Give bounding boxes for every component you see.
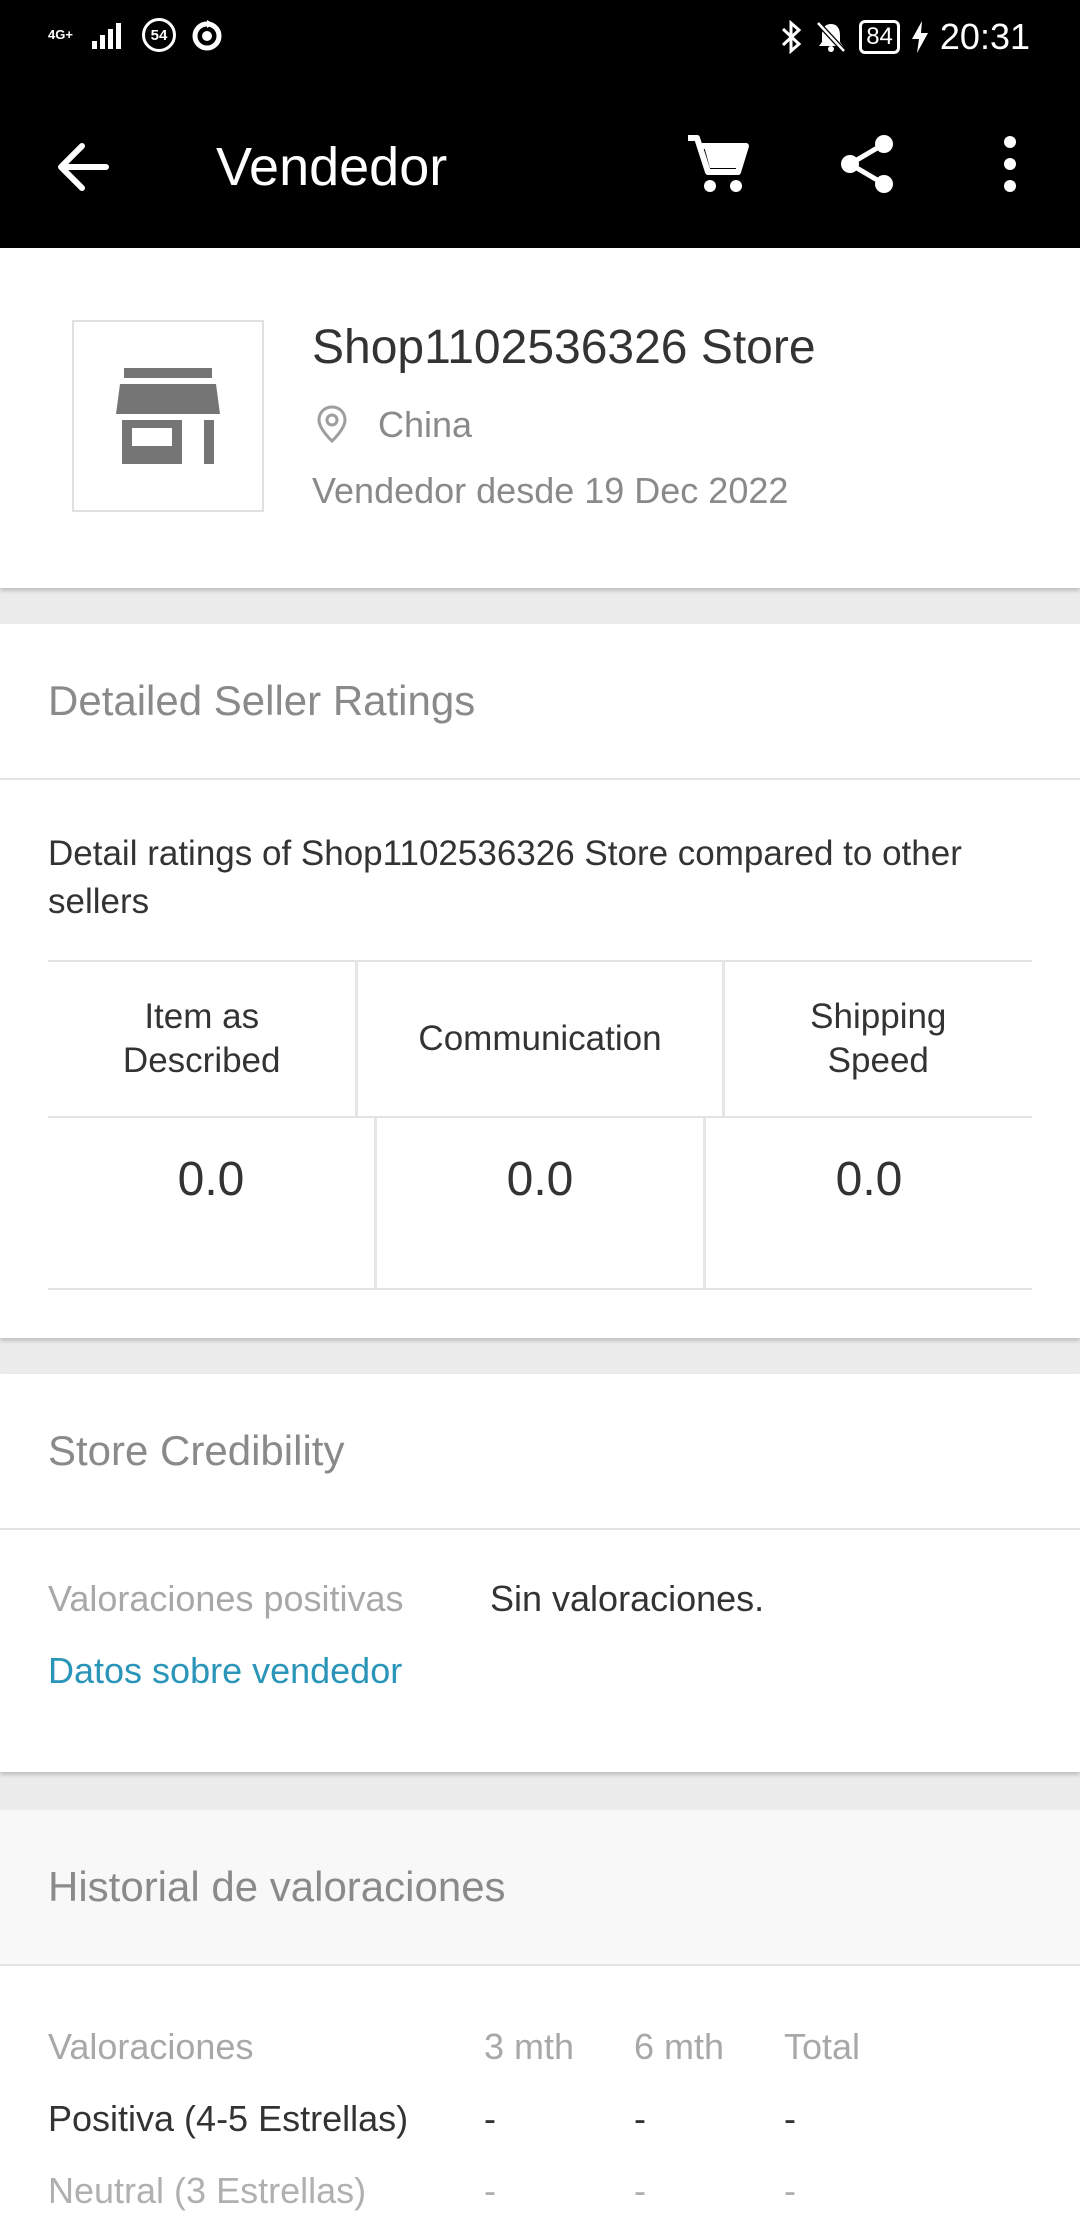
store-credibility-card: Store Credibility Valoraciones positivas…	[0, 1374, 1080, 1772]
history-row-label: Positiva (4-5 Estrellas)	[48, 2098, 409, 2139]
signal-icon	[92, 23, 121, 49]
share-button[interactable]	[836, 132, 900, 196]
ratings-table: Item as Described Communication Shipping…	[48, 960, 1032, 1290]
seller-since: Vendedor desde 19 Dec 2022	[312, 470, 789, 511]
page-title: Vendedor	[216, 137, 448, 197]
sync-icon	[192, 20, 222, 51]
rating-value-communication: 0.0	[377, 1118, 706, 1288]
table-row: Positiva (4-5 Estrellas) - - -	[0, 2098, 1080, 2158]
history-row-6mth: -	[634, 2098, 646, 2139]
detailed-ratings-card: Detailed Seller Ratings Detail ratings o…	[0, 624, 1080, 1338]
back-arrow-icon	[58, 143, 109, 191]
history-row-label: Neutral (3 Estrellas)	[48, 2170, 367, 2211]
ratings-description: Detail ratings of Shop1102536326 Store c…	[48, 834, 962, 921]
history-row-total: -	[784, 2098, 796, 2139]
history-header: Historial de valoraciones	[0, 1810, 1080, 1966]
seller-info-card: Shop1102536326 Store China Vendedor desd…	[0, 248, 1080, 588]
cart-button[interactable]	[686, 132, 750, 196]
rating-col-communication: Communication	[358, 962, 725, 1116]
status-left: 4G+ 54	[48, 18, 224, 52]
more-vert-icon	[1004, 136, 1016, 192]
notification-count-badge: 54	[142, 18, 176, 52]
rating-value-item-described: 0.0	[48, 1118, 377, 1288]
history-table-header: Valoraciones 3 mth 6 mth Total	[0, 2026, 1080, 2086]
positive-ratings-value: Sin valoraciones.	[490, 1578, 765, 1619]
history-row-total: -	[784, 2170, 796, 2211]
bluetooth-icon	[782, 20, 802, 54]
ratings-table-values: 0.0 0.0 0.0	[48, 1118, 1032, 1288]
rating-col-item-described: Item as Described	[48, 962, 359, 1116]
history-col-ratings: Valoraciones	[48, 2026, 254, 2067]
credibility-header: Store Credibility	[0, 1374, 1080, 1530]
positive-ratings-label: Valoraciones positivas	[48, 1578, 404, 1619]
history-row-6mth: -	[634, 2170, 646, 2211]
location-pin-icon	[317, 405, 347, 444]
back-button[interactable]	[50, 132, 120, 202]
rating-col-shipping-speed: Shipping Speed	[810, 997, 947, 1080]
history-col-total: Total	[784, 2026, 861, 2067]
cart-icon	[688, 135, 749, 192]
shop-country: China	[378, 404, 473, 445]
bell-off-icon	[816, 21, 847, 53]
more-options-button[interactable]	[990, 132, 1030, 196]
status-right: 84 20:31	[779, 16, 1030, 58]
battery-indicator: 84	[859, 20, 900, 54]
status-bar: 4G+ 54 84 20:31	[0, 0, 1080, 80]
table-row: Neutral (3 Estrellas) - - -	[0, 2170, 1080, 2230]
charging-icon	[911, 21, 928, 53]
network-indicator: 4G+	[48, 27, 73, 42]
ratings-table-header: Item as Described Communication Shipping…	[48, 962, 1032, 1118]
share-icon	[841, 135, 893, 193]
history-col-3mth: 3 mth	[484, 2026, 575, 2067]
history-col-6mth: 6 mth	[634, 2026, 725, 2067]
history-row-3mth: -	[484, 2098, 496, 2139]
seller-data-link[interactable]: Datos sobre vendedor	[48, 1650, 402, 1692]
store-icon	[116, 368, 220, 464]
shop-logo	[72, 320, 264, 512]
clock: 20:31	[939, 16, 1030, 57]
history-row-3mth: -	[484, 2170, 496, 2211]
app-bar: Vendedor	[0, 80, 1080, 248]
shop-name: Shop1102536326 Store	[312, 321, 816, 374]
rating-value-shipping-speed: 0.0	[835, 1153, 903, 1206]
ratings-header: Detailed Seller Ratings	[0, 624, 1080, 780]
